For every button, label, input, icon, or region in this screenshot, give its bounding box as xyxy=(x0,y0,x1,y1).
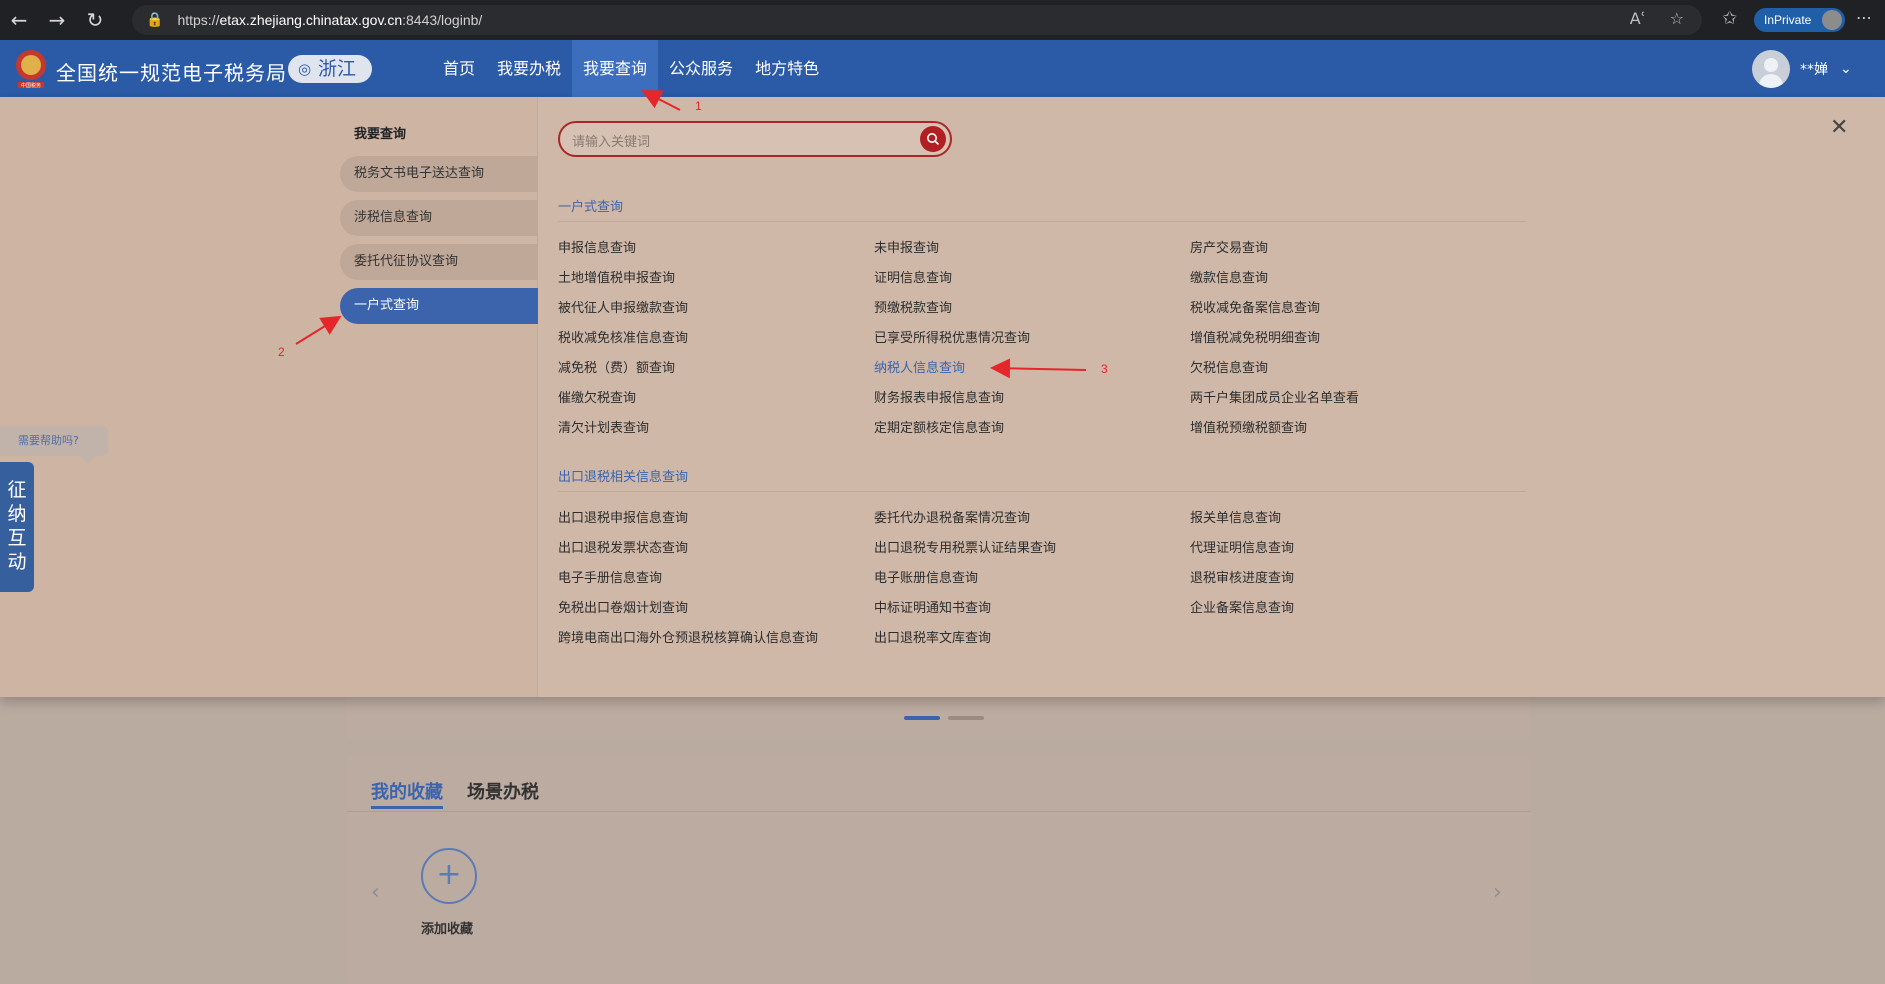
chevron-right-icon[interactable]: › xyxy=(1493,880,1502,905)
query-link[interactable]: 财务报表申报信息查询 xyxy=(874,387,1004,406)
query-link[interactable]: 缴款信息查询 xyxy=(1190,267,1268,286)
annotation-3: 3 xyxy=(1101,362,1108,376)
query-link[interactable]: 房产交易查询 xyxy=(1190,237,1268,256)
carousel-dot-active[interactable] xyxy=(904,716,940,720)
keyword-search[interactable]: 请输入关键词 xyxy=(558,121,952,157)
query-link[interactable]: 免税出口卷烟计划查询 xyxy=(558,597,688,616)
query-link[interactable]: 中标证明通知书查询 xyxy=(874,597,991,616)
query-link[interactable]: 催缴欠税查询 xyxy=(558,387,636,406)
site-header: 中国税务 全国统一规范电子税务局 ◎ 浙江 首页 我要办税 我要查询 公众服务 … xyxy=(0,40,1885,97)
favorite-star-icon[interactable]: ☆ xyxy=(1670,9,1684,28)
query-link[interactable]: 预缴税款查询 xyxy=(874,297,952,316)
interaction-tab[interactable]: 征纳互动 xyxy=(0,462,34,592)
query-link[interactable]: 已享受所得税优惠情况查询 xyxy=(874,327,1030,346)
location-pin-icon: ◎ xyxy=(298,60,312,78)
chevron-left-icon[interactable]: ‹ xyxy=(371,880,380,905)
more-icon[interactable]: ⋯ xyxy=(1856,8,1872,27)
query-link[interactable]: 增值税预缴税额查询 xyxy=(1190,417,1307,436)
user-avatar xyxy=(1752,50,1790,88)
side-item-one-stop-query[interactable]: 一户式查询 xyxy=(340,288,538,324)
query-link[interactable]: 减免税（费）额查询 xyxy=(558,357,675,376)
url-text: https://etax.zhejiang.chinatax.gov.cn:84… xyxy=(177,12,483,28)
tab-underline xyxy=(371,806,443,809)
query-link[interactable]: 清欠计划表查询 xyxy=(558,417,649,436)
section-title-one-stop: 一户式查询 xyxy=(558,200,624,215)
query-link[interactable]: 报关单信息查询 xyxy=(1190,507,1281,526)
carousel-dot[interactable] xyxy=(948,716,984,720)
add-favorite-label: 添加收藏 xyxy=(421,922,474,937)
read-aloud-icon[interactable]: Aʿ xyxy=(1630,9,1646,28)
svg-text:中国税务: 中国税务 xyxy=(21,82,41,89)
add-favorite-button[interactable]: + xyxy=(421,848,477,904)
query-mega-menu: 我要查询 税务文书电子送达查询 涉税信息查询 委托代征协议查询 一户式查询 请输… xyxy=(0,97,1885,697)
annotation-2: 2 xyxy=(278,345,285,359)
side-item-tax-info[interactable]: 涉税信息查询 xyxy=(340,200,538,236)
favorites-card: 我的收藏 场景办税 ‹ + 添加收藏 › xyxy=(347,756,1531,984)
section-divider xyxy=(558,221,1526,222)
query-link[interactable]: 土地增值税申报查询 xyxy=(558,267,675,286)
site-title[interactable]: 全国统一规范电子税务局 xyxy=(56,57,287,86)
help-bubble[interactable]: 需要帮助吗? xyxy=(0,426,108,464)
profile-avatar xyxy=(1822,10,1843,30)
side-item-agency-agreement[interactable]: 委托代征协议查询 xyxy=(340,244,538,280)
tax-emblem-logo: 中国税务 xyxy=(16,50,46,89)
menu-title: 我要查询 xyxy=(354,127,407,142)
query-link[interactable]: 申报信息查询 xyxy=(558,237,636,256)
search-icon xyxy=(927,133,940,146)
query-link[interactable]: 跨境电商出口海外仓预退税核算确认信息查询 xyxy=(558,627,818,646)
search-button[interactable] xyxy=(920,126,946,152)
query-link[interactable]: 被代征人申报缴款查询 xyxy=(558,297,688,316)
query-link[interactable]: 两千户集团成员企业名单查看 xyxy=(1190,387,1359,406)
address-bar[interactable]: 🔒 https://etax.zhejiang.chinatax.gov.cn:… xyxy=(132,5,1702,35)
chevron-down-icon: ⌄ xyxy=(1840,61,1852,77)
section-divider xyxy=(558,491,1526,492)
query-link[interactable]: 出口退税申报信息查询 xyxy=(558,507,688,526)
lock-icon: 🔒 xyxy=(146,12,164,28)
favorites-icon[interactable]: ✩ xyxy=(1722,8,1737,29)
main-nav: 首页 我要办税 我要查询 公众服务 地方特色 xyxy=(432,40,830,97)
side-item-doc-delivery[interactable]: 税务文书电子送达查询 xyxy=(340,156,538,192)
close-icon[interactable]: ✕ xyxy=(1830,115,1848,140)
query-link[interactable]: 增值税减免税明细查询 xyxy=(1190,327,1320,346)
query-link[interactable]: 委托代办退税备案情况查询 xyxy=(874,507,1030,526)
refresh-icon[interactable]: ↻ xyxy=(76,0,114,40)
forward-icon[interactable]: → xyxy=(38,0,76,40)
tab-divider xyxy=(347,811,1531,812)
nav-query[interactable]: 我要查询 xyxy=(572,40,659,97)
query-link[interactable]: 欠税信息查询 xyxy=(1190,357,1268,376)
query-link[interactable]: 纳税人信息查询 xyxy=(874,357,965,376)
nav-public-service[interactable]: 公众服务 xyxy=(658,40,744,97)
tab-scenario-tax[interactable]: 场景办税 xyxy=(467,778,539,804)
annotation-1: 1 xyxy=(695,99,702,113)
query-link[interactable]: 证明信息查询 xyxy=(874,267,952,286)
region-selector[interactable]: ◎ 浙江 xyxy=(288,55,373,83)
query-link[interactable]: 税收减免备案信息查询 xyxy=(1190,297,1320,316)
tab-my-favorites[interactable]: 我的收藏 xyxy=(371,778,443,804)
section-title-export-refund: 出口退税相关信息查询 xyxy=(558,470,689,485)
browser-toolbar: ← → ↻ 🔒 https://etax.zhejiang.chinatax.g… xyxy=(0,0,1885,40)
query-link[interactable]: 未申报查询 xyxy=(874,237,939,256)
query-link[interactable]: 电子手册信息查询 xyxy=(558,567,662,586)
inprivate-badge[interactable]: InPrivate xyxy=(1754,8,1846,32)
query-link[interactable]: 企业备案信息查询 xyxy=(1190,597,1294,616)
query-link[interactable]: 税收减免核准信息查询 xyxy=(558,327,688,346)
search-input[interactable]: 请输入关键词 xyxy=(572,131,650,150)
user-name: **婵 xyxy=(1800,62,1828,78)
query-link[interactable]: 代理证明信息查询 xyxy=(1190,537,1294,556)
query-link[interactable]: 出口退税率文库查询 xyxy=(874,627,991,646)
query-link[interactable]: 定期定额核定信息查询 xyxy=(874,417,1004,436)
user-menu[interactable]: **婵 ⌄ xyxy=(1752,50,1852,88)
query-link[interactable]: 出口退税发票状态查询 xyxy=(558,537,688,556)
nav-home[interactable]: 首页 xyxy=(432,40,486,97)
query-link[interactable]: 电子账册信息查询 xyxy=(874,567,978,586)
nav-local-features[interactable]: 地方特色 xyxy=(744,40,830,97)
query-link[interactable]: 出口退税专用税票认证结果查询 xyxy=(874,537,1056,556)
menu-sidebar: 我要查询 税务文书电子送达查询 涉税信息查询 委托代征协议查询 一户式查询 xyxy=(0,97,538,697)
back-icon[interactable]: ← xyxy=(0,0,38,40)
query-link[interactable]: 退税审核进度查询 xyxy=(1190,567,1294,586)
nav-handle-tax[interactable]: 我要办税 xyxy=(486,40,572,97)
